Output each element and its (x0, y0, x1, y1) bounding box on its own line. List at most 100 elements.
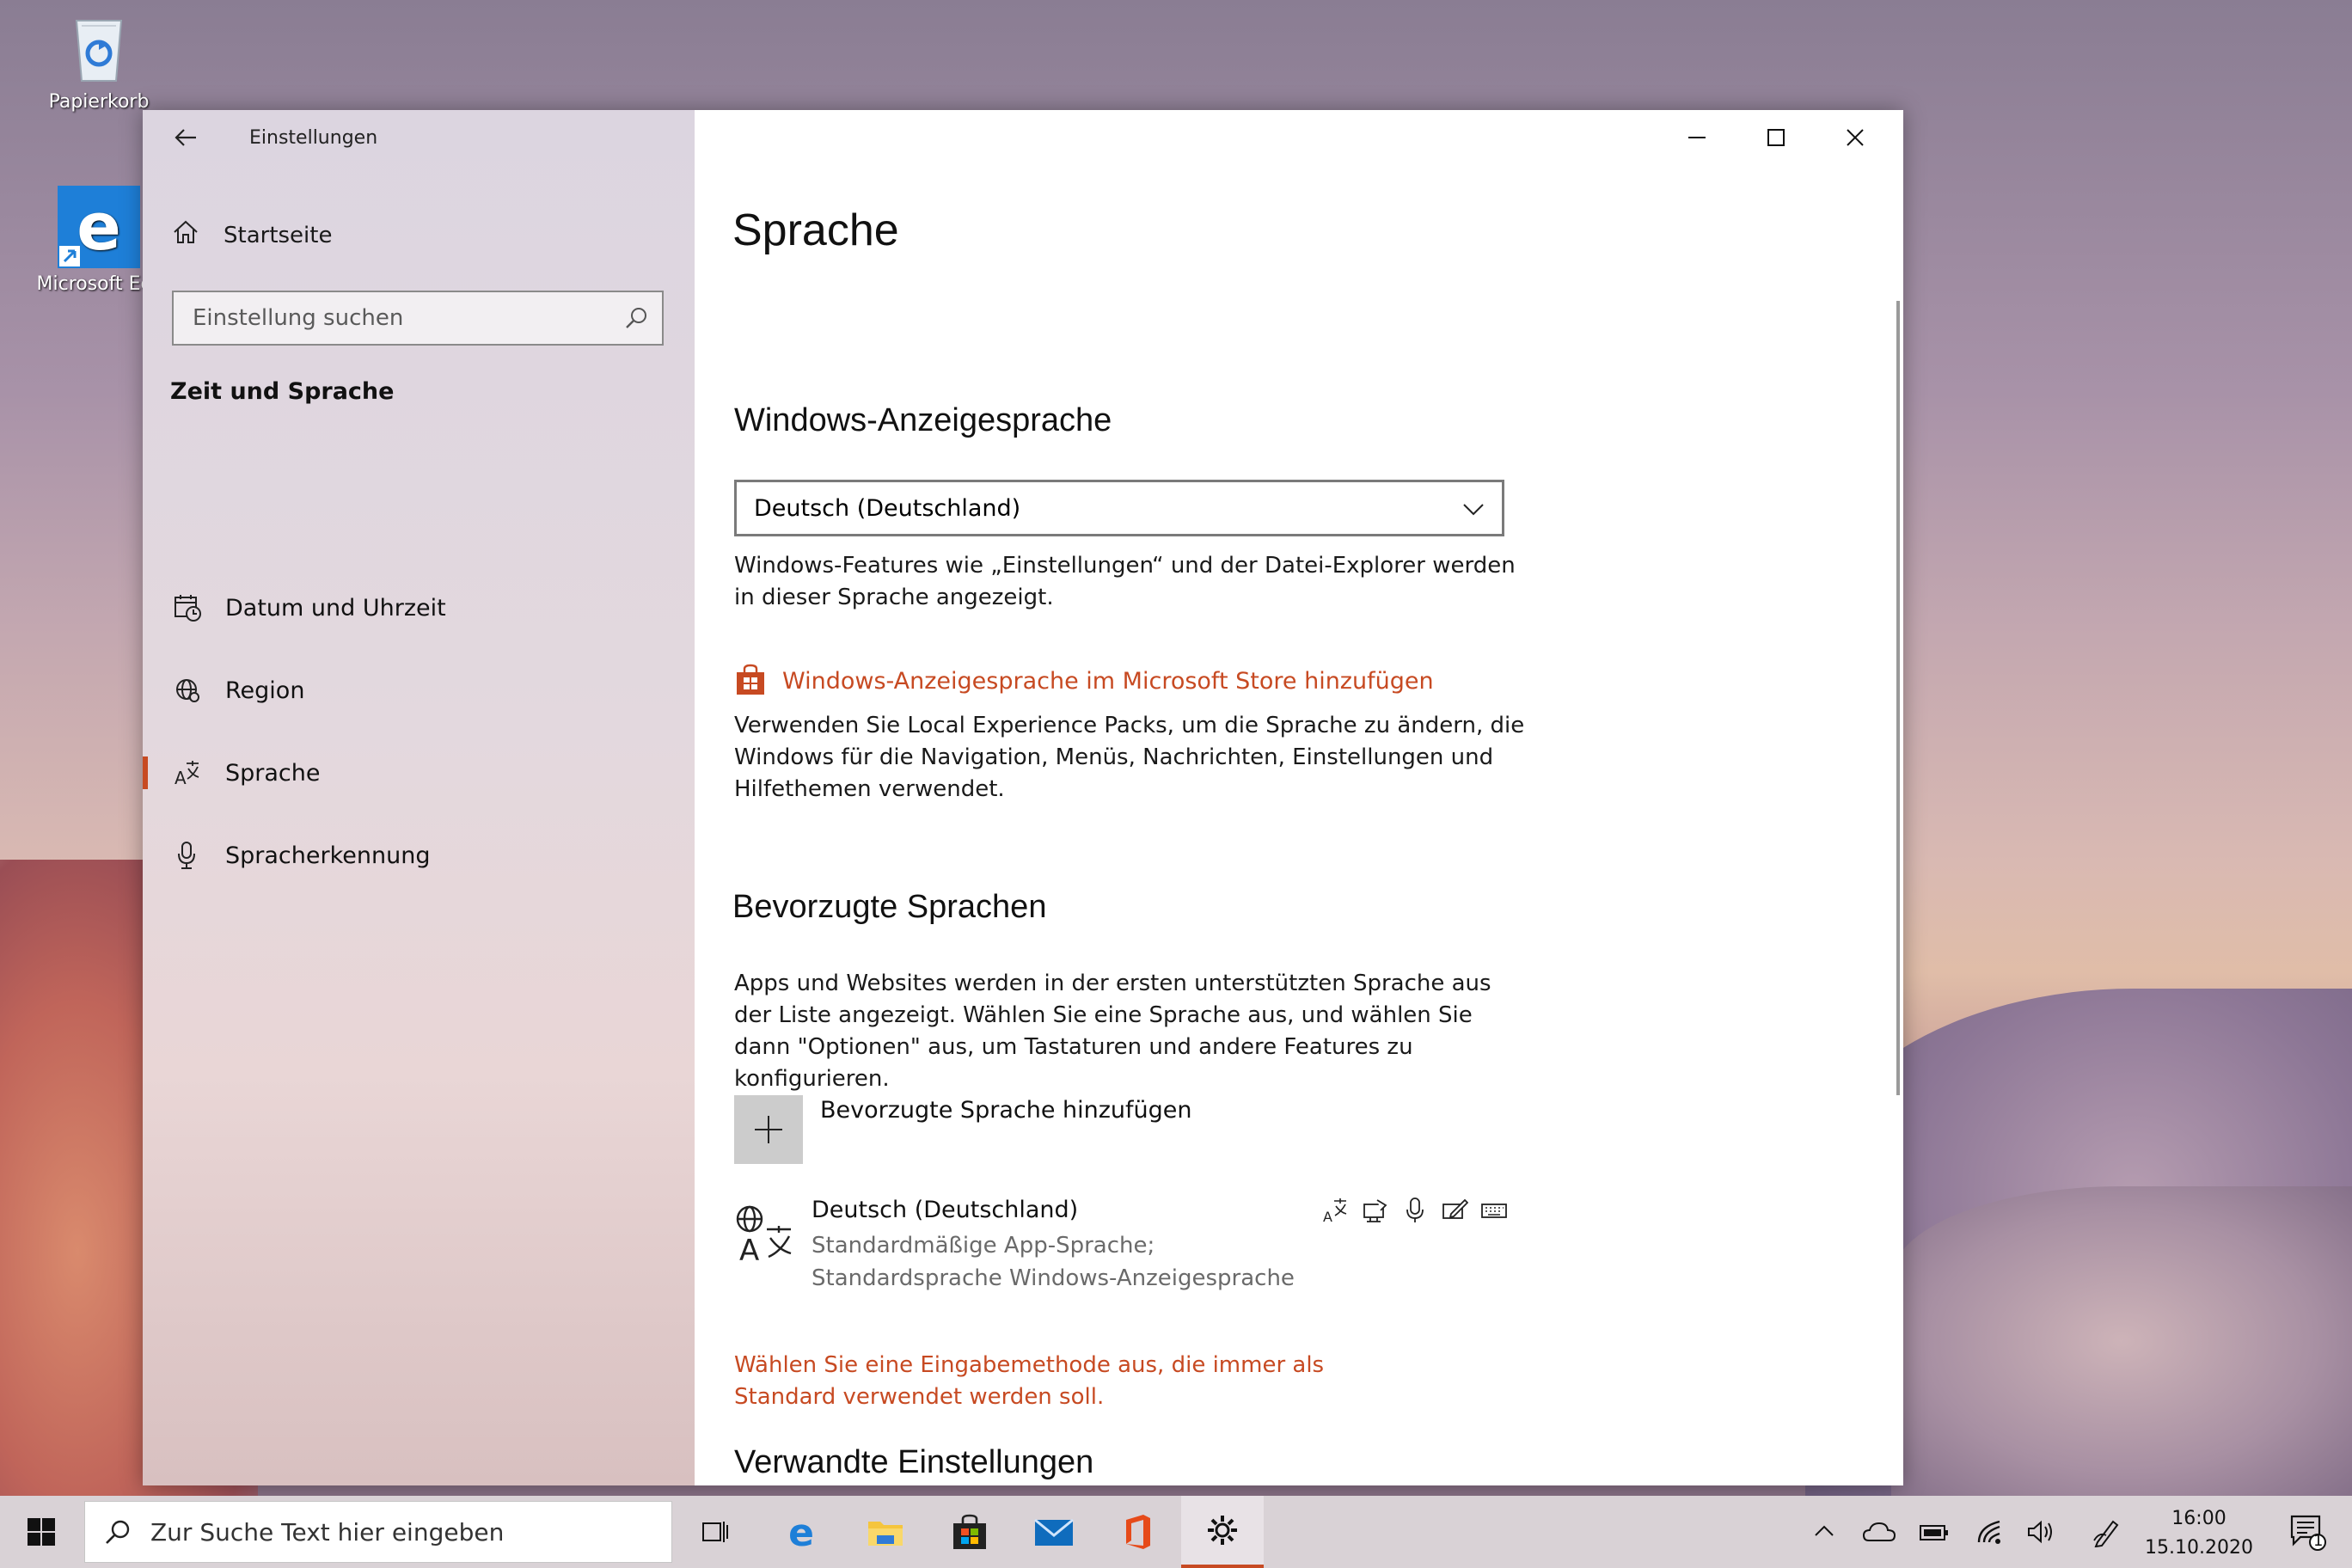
desktop-icon-recycle-bin[interactable]: Papierkorb (34, 9, 163, 113)
minimize-icon (1688, 137, 1706, 138)
settings-search-input[interactable]: Einstellung suchen (172, 291, 664, 346)
search-icon[interactable] (622, 304, 650, 332)
taskbar-office-button[interactable] (1097, 1496, 1179, 1568)
sidebar-item-label: Region (225, 677, 305, 704)
display-language-dropdown[interactable]: Deutsch (Deutschland) (734, 480, 1504, 536)
sidebar-item-label: Datum und Uhrzeit (225, 594, 446, 622)
preferred-languages-description: Apps und Websites werden in der ersten u… (734, 971, 1491, 1092)
taskbar-settings-button[interactable] (1181, 1496, 1264, 1568)
desktop-wallpaper-hill-right-front (1891, 1186, 2352, 1496)
add-language-label[interactable]: Bevorzugte Sprache hinzufügen (820, 1097, 1192, 1124)
main-content: Sprache Windows-Anzeigesprache Deutsch (… (695, 110, 1903, 1485)
calendar-clock-icon (172, 592, 203, 623)
sidebar-item-region[interactable]: Region (143, 660, 695, 720)
preferred-languages-heading: Bevorzugte Sprachen (732, 889, 1047, 925)
minimize-button[interactable] (1657, 117, 1736, 158)
close-icon (1847, 129, 1864, 146)
maximize-icon (1767, 129, 1785, 146)
display-language-description: Windows-Features wie „Einstellungen“ und… (734, 553, 1516, 610)
microphone-icon (172, 840, 203, 871)
back-button[interactable] (172, 124, 206, 155)
language-icon: A (172, 757, 203, 788)
taskbar-search-input[interactable]: Zur Suche Text hier eingeben (84, 1501, 672, 1563)
text-to-speech-icon (1362, 1197, 1389, 1224)
svg-text:A: A (1323, 1209, 1332, 1224)
wifi-icon (1977, 1520, 2000, 1544)
task-view-icon (702, 1522, 728, 1542)
close-button[interactable] (1816, 117, 1895, 158)
action-center-button[interactable]: 1 (2273, 1496, 2342, 1568)
store-link-label: Windows-Anzeigesprache im Microsoft Stor… (782, 667, 1434, 695)
language-list-item[interactable]: A Deutsch (Deutschland) Standardmäßige A… (734, 1197, 1525, 1317)
store-link[interactable]: Windows-Anzeigesprache im Microsoft Stor… (734, 664, 1434, 698)
display-language-selected: Deutsch (Deutschland) (754, 494, 1021, 522)
edge-icon: e (58, 186, 140, 268)
chevron-down-icon (1461, 496, 1486, 522)
battery-button[interactable] (1910, 1496, 1958, 1568)
onedrive-button[interactable] (1855, 1496, 1903, 1568)
sidebar-item-sprache[interactable]: A Sprache (143, 743, 695, 803)
taskbar: Zur Suche Text hier eingeben e 16:00 15.… (0, 1496, 2352, 1568)
settings-search-placeholder: Einstellung suchen (193, 305, 404, 331)
page-title: Sprache (732, 205, 899, 255)
sidebar-item-datum-und-uhrzeit[interactable]: Datum und Uhrzeit (143, 578, 695, 638)
edge-icon: e (788, 1513, 814, 1551)
start-button[interactable] (0, 1496, 83, 1568)
scrollbar[interactable] (1896, 301, 1900, 1095)
window-title: Einstellungen (249, 127, 378, 149)
taskbar-edge-button[interactable]: e (760, 1496, 842, 1568)
sidebar-item-label: Sprache (225, 759, 321, 787)
input-method-link[interactable]: Wählen Sie eine Eingabemethode aus, die … (734, 1350, 1422, 1413)
windows-logo-icon (28, 1518, 55, 1546)
svg-text:e: e (77, 188, 121, 265)
svg-text:A: A (175, 768, 187, 787)
sidebar: Einstellungen Startseite Einstellung suc… (143, 110, 695, 1485)
maximize-button[interactable] (1736, 117, 1816, 158)
back-arrow-icon (175, 129, 196, 146)
office-icon (1126, 1515, 1150, 1549)
task-view-button[interactable] (674, 1496, 756, 1568)
language-globe-icon: A (734, 1204, 794, 1268)
clock-date: 15.10.2020 (2145, 1537, 2253, 1559)
recycle-bin-icon (64, 9, 133, 86)
cloud-icon (1862, 1522, 1896, 1541)
svg-text:e: e (788, 1513, 814, 1551)
sidebar-home[interactable]: Startseite (170, 217, 332, 254)
sidebar-item-spracherkennung[interactable]: Spracherkennung (143, 825, 695, 885)
settings-window: Einstellungen Startseite Einstellung suc… (143, 110, 1903, 1485)
pen-icon (2093, 1520, 2119, 1547)
network-button[interactable] (1967, 1496, 2015, 1568)
plus-icon (755, 1116, 782, 1143)
handwriting-icon (1441, 1197, 1469, 1224)
gear-icon (1208, 1516, 1237, 1545)
speech-recognition-icon (1401, 1197, 1429, 1224)
keyboard-icon (1480, 1197, 1508, 1224)
search-icon (102, 1517, 133, 1548)
svg-text:A: A (739, 1234, 759, 1264)
sidebar-section-label: Zeit und Sprache (170, 378, 395, 405)
display-language-heading: Windows-Anzeigesprache (734, 402, 1112, 438)
taskbar-clock[interactable]: 16:00 15.10.2020 (2139, 1504, 2259, 1563)
sidebar-item-label: Spracherkennung (225, 842, 431, 869)
store-bag-icon (734, 664, 769, 698)
mail-icon (1034, 1518, 1074, 1546)
clock-time: 16:00 (2171, 1508, 2226, 1529)
taskbar-store-button[interactable] (928, 1496, 1011, 1568)
taskbar-mail-button[interactable] (1013, 1496, 1095, 1568)
chevron-up-icon (1815, 1525, 1834, 1536)
show-hidden-icons-button[interactable] (1800, 1496, 1848, 1568)
folder-icon (868, 1522, 903, 1546)
sidebar-home-label: Startseite (224, 222, 333, 248)
home-icon (170, 217, 205, 254)
speaker-icon (2028, 1520, 2052, 1544)
globe-icon (172, 675, 203, 706)
store-icon (953, 1514, 986, 1549)
add-language-button[interactable] (734, 1095, 803, 1164)
notification-count-badge: 1 (2313, 1532, 2324, 1550)
taskbar-explorer-button[interactable] (844, 1496, 927, 1568)
battery-icon (1920, 1525, 1948, 1540)
pen-workspace-button[interactable] (2082, 1496, 2130, 1568)
related-settings-heading: Verwandte Einstellungen (734, 1444, 1094, 1480)
store-description: Verwenden Sie Local Experience Packs, um… (734, 713, 1525, 802)
volume-button[interactable] (2017, 1496, 2065, 1568)
